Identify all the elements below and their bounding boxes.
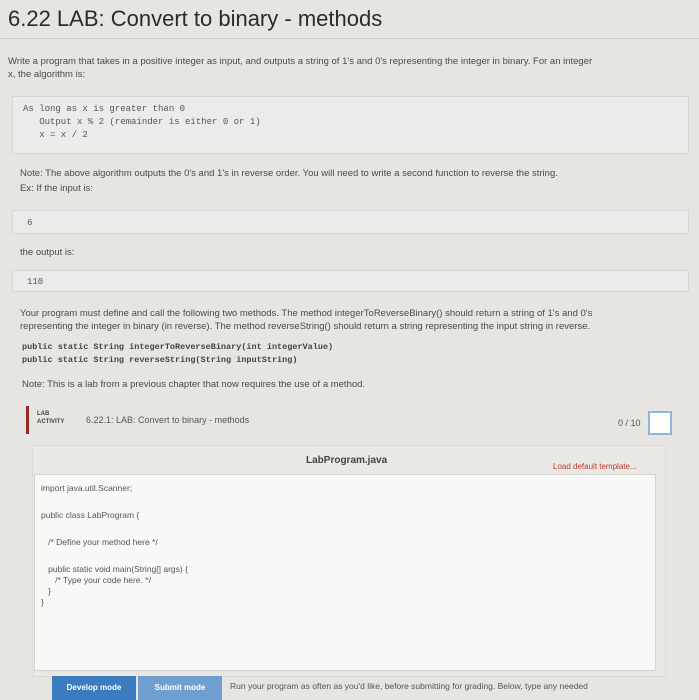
lab-activity-header: LAB ACTIVITY 6.22.1: LAB: Convert to bin…: [26, 402, 672, 440]
score-text: 0 / 10: [618, 418, 641, 428]
algorithm-line-2: Output x % 2 (remainder is either 0 or 1…: [23, 117, 261, 127]
output-intro: the output is:: [20, 247, 75, 258]
signature-reverse-string: public static String reverseString(Strin…: [22, 355, 298, 365]
editor-filename: LabProgram.java: [306, 455, 388, 466]
intro-line-2: x, the algorithm is:: [8, 69, 86, 80]
code-editor[interactable]: import java.util.Scanner; public class L…: [34, 474, 656, 671]
code-line-5: /* Type your code here. */: [41, 575, 151, 585]
note-previous-lab: Note: This is a lab from a previous chap…: [22, 379, 366, 390]
develop-mode-button[interactable]: Develop mode: [52, 676, 136, 700]
example-intro: Ex: If the input is:: [20, 183, 93, 194]
example-output-value: 110: [27, 277, 44, 287]
title-divider: [0, 38, 699, 39]
code-line-1: import java.util.Scanner;: [41, 483, 133, 493]
run-instructions: Run your program as often as you'd like,…: [230, 681, 588, 691]
methods-paragraph: Your program must define and call the fo…: [20, 307, 690, 333]
algorithm-line-3: x = x / 2: [23, 130, 88, 140]
example-output-block: 110: [12, 270, 689, 292]
lab-activity-title: 6.22.1: LAB: Convert to binary - methods: [86, 415, 250, 425]
lab-page: 6.22 LAB: Convert to binary - methods Wr…: [0, 0, 699, 700]
code-line-2: public class LabProgram {: [41, 510, 140, 520]
methods-line-2: representing the integer in binary (in r…: [20, 321, 591, 332]
load-default-template-link[interactable]: Load default template...: [553, 462, 637, 471]
page-title: 6.22 LAB: Convert to binary - methods: [8, 6, 383, 31]
code-line-6: }: [41, 586, 51, 596]
lab-tag-line-1: LAB: [37, 411, 50, 417]
note-reverse: Note: The above algorithm outputs the 0'…: [20, 168, 558, 179]
methods-line-1: Your program must define and call the fo…: [20, 308, 593, 319]
example-input-value: 6: [27, 218, 33, 228]
submit-mode-button[interactable]: Submit mode: [138, 676, 222, 700]
lab-tag-line-2: ACTIVITY: [37, 419, 65, 425]
algorithm-code-block: As long as x is greater than 0 Output x …: [12, 96, 689, 154]
method-signatures: public static String integerToReverseBin…: [22, 341, 333, 367]
score-checkbox: [648, 411, 672, 435]
code-line-7: }: [41, 597, 44, 607]
code-line-3: /* Define your method here */: [41, 537, 158, 547]
intro-paragraph: Write a program that takes in a positive…: [8, 55, 692, 81]
algorithm-line-1: As long as x is greater than 0: [23, 104, 186, 114]
code-line-4: public static void main(String[] args) {: [41, 564, 188, 574]
lab-activity-tag: LAB ACTIVITY: [26, 406, 72, 434]
signature-integer-to-reverse-binary: public static String integerToReverseBin…: [22, 342, 334, 352]
example-input-block: 6: [12, 210, 689, 234]
intro-line-1: Write a program that takes in a positive…: [8, 56, 593, 67]
